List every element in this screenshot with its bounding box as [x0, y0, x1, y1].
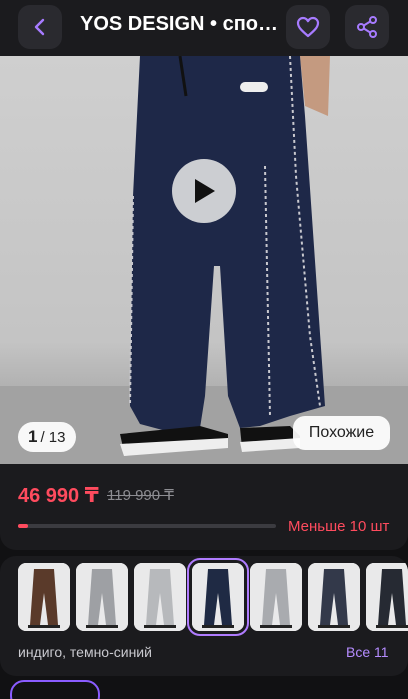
play-icon — [195, 179, 215, 203]
color-variant-thumbnail[interactable] — [308, 563, 360, 631]
selected-color-name: индиго, темно-синий — [18, 644, 152, 660]
image-total: / 13 — [40, 428, 66, 446]
color-variant-thumbnail[interactable] — [18, 563, 70, 631]
favorite-button[interactable] — [286, 5, 330, 49]
variant-image — [308, 563, 360, 631]
color-variants-card: индиго, темно-синий Все 11 — [0, 556, 408, 676]
bottom-tab-partial[interactable] — [10, 680, 100, 699]
price-card: 46 990 ₸ 119 990 ₸ Меньше 10 шт — [0, 464, 408, 550]
all-variants-link[interactable]: Все 11 — [346, 644, 389, 660]
color-variant-thumbnail[interactable] — [134, 563, 186, 631]
page-title: YOS DESIGN • спортивные брюки — [80, 13, 285, 35]
stock-progress-track — [18, 524, 276, 528]
heart-icon — [296, 16, 320, 38]
old-price: 119 990 ₸ — [107, 487, 174, 504]
share-button[interactable] — [345, 5, 389, 49]
color-variant-thumbnail[interactable] — [187, 558, 249, 636]
variant-image — [192, 563, 244, 631]
variant-image — [18, 563, 70, 631]
variant-image — [134, 563, 186, 631]
variant-image — [366, 563, 408, 631]
product-photo — [0, 56, 408, 464]
variant-image — [76, 563, 128, 631]
share-icon — [357, 16, 377, 38]
product-media[interactable]: 1 / 13 Похожие — [0, 56, 408, 464]
chevron-left-icon — [34, 18, 45, 36]
stock-status: Меньше 10 шт — [288, 518, 390, 535]
color-variant-thumbnail[interactable] — [250, 563, 302, 631]
image-index: 1 — [28, 427, 38, 446]
color-variant-thumbnail[interactable] — [366, 563, 408, 631]
play-button[interactable] — [172, 159, 236, 223]
variant-image — [250, 563, 302, 631]
stock-progress-fill — [18, 524, 29, 528]
current-price: 46 990 ₸ — [18, 485, 99, 507]
similar-button[interactable]: Похожие — [293, 416, 390, 450]
top-bar: YOS DESIGN • спортивные брюки — [0, 0, 408, 56]
image-counter: 1 / 13 — [18, 422, 76, 452]
back-button[interactable] — [18, 5, 62, 49]
color-variant-thumbnail[interactable] — [76, 563, 128, 631]
